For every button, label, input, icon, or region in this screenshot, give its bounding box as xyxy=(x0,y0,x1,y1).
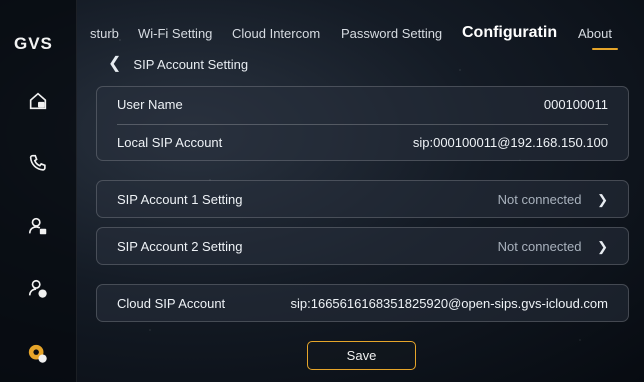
user-name-row: User Name 000100011 xyxy=(117,97,608,112)
top-tab-bar: sturb Wi-Fi Setting Cloud Intercom Passw… xyxy=(90,24,644,50)
tab-do-not-disturb[interactable]: sturb xyxy=(90,26,119,41)
gvs-logo: GVS xyxy=(14,34,53,53)
chevron-left-icon: ❮ xyxy=(108,55,122,72)
page-title: SIP Account Setting xyxy=(133,56,249,72)
user-call-icon[interactable] xyxy=(24,275,52,303)
sip-account-2-status: Not connected xyxy=(497,239,582,254)
sip-account-2-label: SIP Account 2 Setting xyxy=(117,239,243,254)
user-name-value: 000100011 xyxy=(543,97,608,112)
cloud-sip-value: sip:1665616168351825920@open-sips.gvs-ic… xyxy=(290,296,608,311)
sip-account-1-label: SIP Account 1 Setting xyxy=(117,192,243,207)
active-tab-indicator xyxy=(592,48,618,50)
tab-password-setting[interactable]: Password Setting xyxy=(341,26,442,41)
sip-account-1-row[interactable]: SIP Account 1 Setting Not connected ❯ xyxy=(96,180,629,218)
tab-about[interactable]: About xyxy=(578,26,612,41)
tab-wifi-setting[interactable]: Wi-Fi Setting xyxy=(138,26,212,41)
chevron-right-icon: ❯ xyxy=(597,192,608,207)
local-sip-value: sip:000100011@192.168.150.100 xyxy=(412,135,608,150)
chevron-right-icon: ❯ xyxy=(597,239,608,254)
phone-icon[interactable] xyxy=(24,149,52,177)
divider xyxy=(117,124,608,125)
sip-account-2-row[interactable]: SIP Account 2 Setting Not connected ❯ xyxy=(96,227,629,265)
tab-cloud-intercom[interactable]: Cloud Intercom xyxy=(232,26,320,41)
settings-icon[interactable] xyxy=(24,340,52,368)
home-lock-icon[interactable] xyxy=(24,87,52,115)
local-sip-row: Local SIP Account sip:000100011@192.168.… xyxy=(117,135,608,150)
sip-account-1-status: Not connected xyxy=(497,192,582,207)
back-button[interactable]: ❮ SIP Account Setting xyxy=(108,56,248,72)
user-name-label: User Name xyxy=(117,97,183,112)
local-sip-label: Local SIP Account xyxy=(117,135,223,150)
user-lock-icon[interactable] xyxy=(24,212,52,240)
cloud-sip-label: Cloud SIP Account xyxy=(117,296,226,311)
sidebar: GVS xyxy=(0,0,77,382)
account-info-card: User Name 000100011 Local SIP Account si… xyxy=(96,86,629,161)
save-button[interactable]: Save xyxy=(307,341,416,370)
tab-configuration[interactable]: Configuratin xyxy=(462,24,557,42)
cloud-sip-account-row: Cloud SIP Account sip:166561616835182592… xyxy=(96,284,629,322)
